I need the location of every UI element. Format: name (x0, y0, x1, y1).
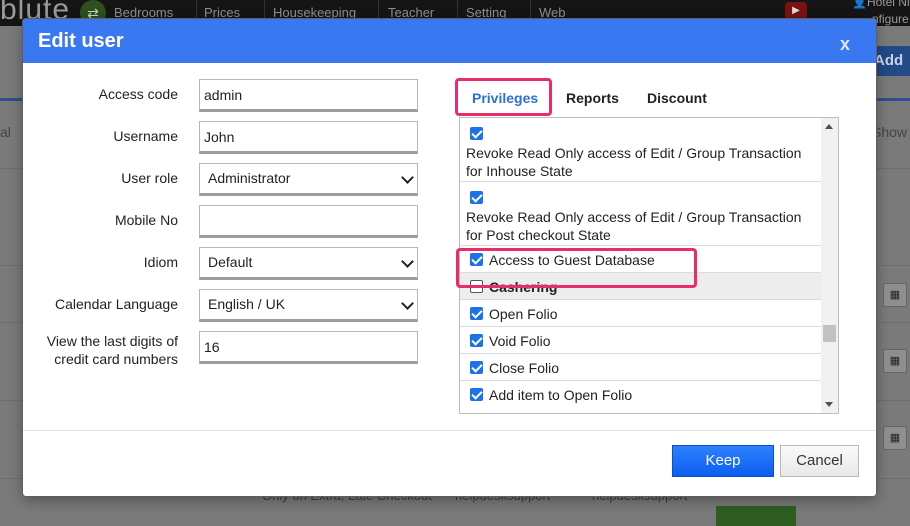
configure-link[interactable]: nfigure (872, 12, 909, 26)
calendar-language-label: Calendar Language (55, 296, 178, 312)
calculator-icon[interactable]: ▦ (883, 349, 907, 373)
nav-item-prices[interactable]: Prices (204, 5, 240, 20)
list-item[interactable]: Revoke Read Only access of Edit / Group … (460, 182, 821, 246)
close-icon[interactable]: x (840, 34, 850, 55)
list-item[interactable]: Void Folio (460, 327, 821, 354)
nav-item-setting[interactable]: Setting (466, 5, 506, 20)
dialog-header: Edit user x (23, 19, 876, 63)
privilege-checkbox[interactable] (470, 191, 483, 204)
list-item[interactable]: Open Folio (460, 300, 821, 327)
privilege-label: Add item to Open Folio (489, 387, 633, 403)
list-item[interactable]: Add item to Open Folio (460, 381, 821, 408)
privilege-checkbox[interactable] (470, 307, 483, 320)
calendar-language-value: English / UK (208, 296, 286, 312)
nav-item-bedrooms[interactable]: Bedrooms (114, 5, 173, 20)
nav-item-web[interactable]: Web (539, 5, 566, 20)
mobile-label: Mobile No (114, 212, 178, 228)
list-item[interactable]: Close Folio (460, 354, 821, 381)
username-input[interactable] (199, 121, 418, 154)
tab-discount[interactable]: Discount (647, 90, 707, 106)
privilege-label: for Post checkout State (466, 227, 611, 243)
last-digits-label-line2: credit card numbers (54, 351, 178, 367)
chevron-down-icon (401, 171, 414, 184)
user-role-label: User role (121, 170, 178, 186)
access-code-input[interactable] (199, 79, 418, 112)
privilege-checkbox[interactable] (470, 127, 483, 140)
privilege-label: Revoke Read Only access of Edit / Group … (466, 145, 802, 161)
privilege-checkbox[interactable] (470, 388, 483, 401)
privilege-label: Revoke Read Only access of Edit / Group … (466, 209, 802, 225)
last-digits-label-line1: View the last digits of (46, 333, 178, 349)
scroll-down-arrow-icon[interactable] (825, 402, 833, 407)
idiom-value: Default (208, 254, 253, 270)
scroll-thumb[interactable] (823, 325, 836, 342)
privilege-label: Void Folio (489, 333, 551, 349)
bg-status-badge (716, 506, 796, 526)
list-item[interactable]: Revoke Read Only access of Edit / Group … (460, 118, 821, 182)
privilege-label: for Inhouse State (466, 163, 573, 179)
add-button-bg[interactable]: Add (870, 46, 910, 76)
user-role-select[interactable]: Administrator (199, 163, 418, 196)
access-code-label: Access code (98, 86, 178, 102)
privilege-checkbox[interactable] (470, 361, 483, 374)
bg-tab-partial: al (0, 124, 11, 140)
privilege-checkbox[interactable] (470, 334, 483, 347)
nav-item-housekeeping[interactable]: Housekeeping (273, 5, 356, 20)
tab-privileges[interactable]: Privileges (472, 90, 538, 106)
tab-reports[interactable]: Reports (566, 90, 619, 106)
show-label: Show (872, 124, 908, 140)
user-role-value: Administrator (208, 170, 291, 186)
last-digits-input[interactable] (199, 331, 418, 364)
privilege-label: Open Folio (489, 306, 558, 322)
mobile-input[interactable] (199, 205, 418, 238)
chevron-down-icon (401, 297, 414, 310)
dialog-title: Edit user (38, 30, 124, 52)
user-icon: 👤 (852, 0, 867, 9)
idiom-select[interactable]: Default (199, 247, 418, 280)
scroll-up-arrow-icon[interactable] (825, 124, 833, 129)
hotel-name: 👤Hotel Ni (852, 0, 910, 9)
calculator-icon[interactable]: ▦ (883, 426, 907, 450)
privilege-label: Close Folio (489, 360, 560, 376)
username-label: Username (113, 128, 178, 144)
nav-item-teacher[interactable]: Teacher (388, 5, 434, 20)
youtube-icon[interactable]: ▶ (785, 2, 807, 20)
list-scrollbar[interactable] (821, 118, 838, 413)
guest-database-highlight (456, 248, 697, 288)
idiom-label: Idiom (143, 254, 178, 270)
edit-user-dialog: Edit user x Access code Username User ro… (23, 19, 876, 496)
chevron-down-icon (401, 255, 414, 268)
calculator-icon[interactable]: ▦ (883, 283, 907, 307)
calendar-language-select[interactable]: English / UK (199, 289, 418, 322)
cancel-button[interactable]: Cancel (780, 445, 859, 477)
keep-button[interactable]: Keep (672, 445, 774, 477)
dialog-footer-divider (23, 430, 876, 431)
